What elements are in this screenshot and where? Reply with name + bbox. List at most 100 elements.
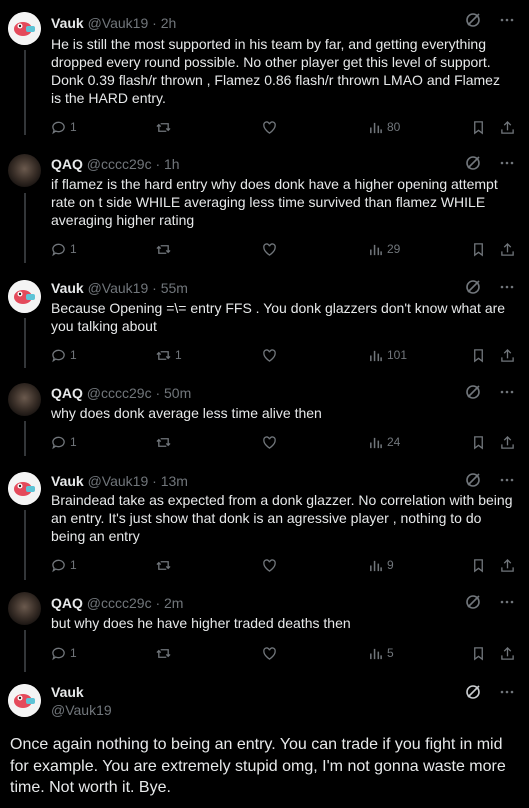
avatar[interactable] bbox=[8, 383, 41, 416]
more-icon[interactable] bbox=[499, 384, 515, 405]
display-name[interactable]: Vauk bbox=[51, 15, 84, 31]
views-button[interactable]: 5 bbox=[368, 643, 394, 663]
reply-icon bbox=[52, 559, 65, 572]
like-icon bbox=[263, 646, 276, 660]
like-button[interactable] bbox=[262, 345, 277, 365]
like-icon bbox=[263, 242, 276, 256]
views-icon bbox=[370, 244, 382, 255]
reply-button[interactable]: 1 bbox=[51, 239, 77, 259]
bookmark-button[interactable] bbox=[471, 432, 486, 452]
grok-icon[interactable] bbox=[465, 279, 481, 300]
retweet-button[interactable] bbox=[156, 239, 175, 259]
grok-icon[interactable] bbox=[465, 472, 481, 493]
more-icon[interactable] bbox=[499, 594, 515, 615]
share-button[interactable] bbox=[500, 432, 515, 452]
bookmark-button[interactable] bbox=[471, 239, 486, 259]
timestamp[interactable]: · 55m bbox=[152, 280, 188, 296]
grok-icon[interactable] bbox=[465, 155, 481, 176]
reply-count: 1 bbox=[70, 120, 77, 134]
display-name[interactable]: QAQ bbox=[51, 156, 83, 172]
retweet-button[interactable] bbox=[156, 643, 175, 663]
display-name[interactable]: QAQ bbox=[51, 385, 83, 401]
reply-button[interactable]: 1 bbox=[51, 643, 77, 663]
bookmark-button[interactable] bbox=[471, 643, 486, 663]
reply-button[interactable]: 1 bbox=[51, 345, 77, 365]
views-button[interactable]: 101 bbox=[368, 345, 407, 365]
grok-icon[interactable] bbox=[465, 684, 481, 705]
avatar[interactable] bbox=[8, 472, 41, 505]
display-name[interactable]: QAQ bbox=[51, 595, 83, 611]
bookmark-icon bbox=[474, 435, 483, 449]
retweet-button[interactable] bbox=[156, 117, 175, 137]
bookmark-button[interactable] bbox=[471, 555, 486, 575]
more-icon[interactable] bbox=[499, 279, 515, 300]
timestamp[interactable]: · 2h bbox=[152, 15, 176, 31]
grok-icon[interactable] bbox=[465, 12, 481, 33]
display-name[interactable]: Vauk bbox=[51, 684, 112, 701]
user-handle[interactable]: @Vauk19 bbox=[88, 15, 149, 31]
share-button[interactable] bbox=[500, 239, 515, 259]
focused-tweet[interactable]: Vauk @Vauk19 Once again nothing to being… bbox=[0, 674, 529, 808]
like-button[interactable] bbox=[262, 555, 277, 575]
tweet[interactable]: Vauk @Vauk19 · 13m Braindead take as exp… bbox=[0, 460, 529, 584]
tweet[interactable]: Vauk @Vauk19 · 55m Because Opening =\= e… bbox=[0, 268, 529, 373]
more-icon[interactable] bbox=[499, 12, 515, 33]
user-handle[interactable]: @cccc29c bbox=[87, 385, 152, 401]
more-icon[interactable] bbox=[499, 155, 515, 176]
reply-button[interactable]: 1 bbox=[51, 117, 77, 137]
reply-icon bbox=[52, 243, 65, 256]
tweet[interactable]: QAQ @cccc29c · 50m why does donk average… bbox=[0, 373, 529, 460]
user-handle[interactable]: @cccc29c bbox=[87, 156, 152, 172]
more-icon[interactable] bbox=[499, 684, 515, 705]
views-button[interactable]: 24 bbox=[368, 432, 400, 452]
timestamp[interactable]: · 50m bbox=[155, 385, 191, 401]
share-button[interactable] bbox=[500, 117, 515, 137]
like-button[interactable] bbox=[262, 643, 277, 663]
action-bar: 1 1 101 bbox=[51, 345, 521, 365]
timestamp[interactable]: · 1h bbox=[155, 156, 179, 172]
user-handle[interactable]: @cccc29c bbox=[87, 595, 152, 611]
like-button[interactable] bbox=[262, 117, 277, 137]
views-button[interactable]: 9 bbox=[368, 555, 394, 575]
tweet[interactable]: QAQ @cccc29c · 2m but why does he have h… bbox=[0, 584, 529, 674]
tweet[interactable]: QAQ @cccc29c · 1h if flamez is the hard … bbox=[0, 141, 529, 268]
share-button[interactable] bbox=[500, 345, 515, 365]
more-icon[interactable] bbox=[499, 472, 515, 493]
avatar[interactable] bbox=[8, 12, 41, 45]
share-button[interactable] bbox=[500, 555, 515, 575]
display-name[interactable]: Vauk bbox=[51, 280, 84, 296]
tweet-text: He is still the most supported in his te… bbox=[51, 36, 500, 106]
retweet-button[interactable] bbox=[156, 432, 175, 452]
bookmark-button[interactable] bbox=[471, 345, 486, 365]
views-button[interactable]: 80 bbox=[368, 117, 400, 137]
user-handle[interactable]: @Vauk19 bbox=[51, 702, 112, 719]
views-count: 5 bbox=[387, 646, 394, 660]
like-button[interactable] bbox=[262, 432, 277, 452]
views-count: 101 bbox=[387, 348, 408, 362]
reply-icon bbox=[52, 436, 65, 449]
grok-icon[interactable] bbox=[465, 594, 481, 615]
display-name[interactable]: Vauk bbox=[51, 473, 84, 489]
bookmark-button[interactable] bbox=[471, 117, 486, 137]
user-handle[interactable]: @Vauk19 bbox=[88, 280, 149, 296]
tweet[interactable]: Vauk @Vauk19 · 2h He is still the most s… bbox=[0, 0, 529, 141]
retweet-button[interactable] bbox=[156, 555, 175, 575]
like-button[interactable] bbox=[262, 239, 277, 259]
reply-button[interactable]: 1 bbox=[51, 432, 77, 452]
retweet-button[interactable]: 1 bbox=[156, 345, 182, 365]
reply-count: 1 bbox=[70, 646, 77, 660]
share-button[interactable] bbox=[500, 643, 515, 663]
reply-button[interactable]: 1 bbox=[51, 555, 77, 575]
avatar[interactable] bbox=[8, 154, 41, 187]
avatar[interactable] bbox=[8, 684, 41, 717]
user-handle[interactable]: @Vauk19 bbox=[88, 473, 149, 489]
like-icon bbox=[263, 120, 276, 134]
avatar[interactable] bbox=[8, 280, 41, 313]
avatar[interactable] bbox=[8, 592, 41, 625]
grok-icon[interactable] bbox=[465, 384, 481, 405]
views-button[interactable]: 29 bbox=[368, 239, 400, 259]
bookmark-icon bbox=[474, 120, 483, 134]
timestamp[interactable]: · 13m bbox=[152, 473, 188, 489]
retweet-icon bbox=[156, 648, 171, 658]
timestamp[interactable]: · 2m bbox=[155, 595, 183, 611]
